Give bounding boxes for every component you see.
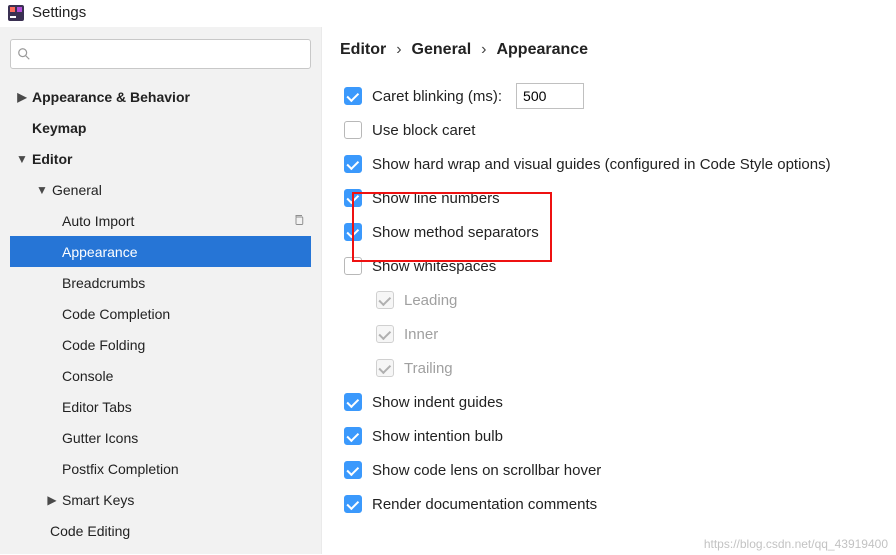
sidebar-item-label: Editor	[32, 151, 72, 167]
sidebar-item-console[interactable]: Console	[10, 360, 311, 391]
option-line-numbers: Show line numbers	[340, 181, 878, 215]
sidebar-item-code-completion[interactable]: Code Completion	[10, 298, 311, 329]
option-label: Show whitespaces	[372, 258, 496, 275]
sidebar-item-label: Code Editing	[50, 523, 130, 539]
chevron-right-icon: ▶	[16, 90, 28, 104]
option-trailing: Trailing	[340, 351, 878, 385]
option-label: Trailing	[404, 360, 453, 377]
sidebar-item-label: Keymap	[32, 120, 86, 136]
copy-icon	[293, 213, 305, 229]
intention-bulb-checkbox[interactable]	[344, 427, 362, 445]
option-hard-wrap: Show hard wrap and visual guides (config…	[340, 147, 878, 181]
option-label: Use block caret	[372, 122, 475, 139]
sidebar-item-auto-import[interactable]: Auto Import	[10, 205, 311, 236]
sidebar-item-label: Smart Keys	[62, 492, 134, 508]
option-indent-guides: Show indent guides	[340, 385, 878, 419]
sidebar-item-label: Code Folding	[62, 337, 145, 353]
chevron-right-icon: ›	[481, 41, 486, 59]
sidebar-item-postfix-completion[interactable]: Postfix Completion	[10, 453, 311, 484]
sidebar-item-keymap[interactable]: Keymap	[10, 112, 311, 143]
sidebar-item-label: Appearance	[62, 244, 138, 260]
option-code-lens: Show code lens on scrollbar hover	[340, 453, 878, 487]
indent-guides-checkbox[interactable]	[344, 393, 362, 411]
option-block-caret: Use block caret	[340, 113, 878, 147]
option-inner: Inner	[340, 317, 878, 351]
option-label: Render documentation comments	[372, 496, 597, 513]
sidebar-item-label: Breadcrumbs	[62, 275, 145, 291]
sidebar-item-label: Auto Import	[62, 213, 134, 229]
sidebar-item-breadcrumbs[interactable]: Breadcrumbs	[10, 267, 311, 298]
option-label: Show indent guides	[372, 394, 503, 411]
search-wrap	[10, 39, 311, 69]
option-label: Show line numbers	[372, 190, 500, 207]
settings-tree: ▶ Appearance & Behavior Keymap ▼ Editor …	[10, 81, 311, 546]
breadcrumb-item[interactable]: Editor	[340, 41, 386, 59]
sidebar-item-appearance[interactable]: Appearance	[10, 236, 311, 267]
code-lens-checkbox[interactable]	[344, 461, 362, 479]
option-label: Show intention bulb	[372, 428, 503, 445]
chevron-right-icon: ▶	[46, 493, 58, 507]
whitespaces-checkbox[interactable]	[344, 257, 362, 275]
caret-blinking-input[interactable]	[516, 83, 584, 109]
trailing-checkbox	[376, 359, 394, 377]
leading-checkbox	[376, 291, 394, 309]
sidebar-item-general[interactable]: ▼ General	[10, 174, 311, 205]
option-label: Caret blinking (ms):	[372, 88, 502, 105]
sidebar-item-gutter-icons[interactable]: Gutter Icons	[10, 422, 311, 453]
block-caret-checkbox[interactable]	[344, 121, 362, 139]
hard-wrap-checkbox[interactable]	[344, 155, 362, 173]
inner-checkbox	[376, 325, 394, 343]
chevron-down-icon: ▼	[16, 152, 28, 166]
search-icon	[17, 47, 31, 61]
sidebar-item-label: Gutter Icons	[62, 430, 138, 446]
sidebar-item-editor[interactable]: ▼ Editor	[10, 143, 311, 174]
option-leading: Leading	[340, 283, 878, 317]
option-label: Show hard wrap and visual guides (config…	[372, 156, 831, 173]
sidebar-item-label: Editor Tabs	[62, 399, 132, 415]
line-numbers-checkbox[interactable]	[344, 189, 362, 207]
option-caret-blinking: Caret blinking (ms):	[340, 79, 878, 113]
sidebar-item-label: Code Completion	[62, 306, 170, 322]
render-doc-checkbox[interactable]	[344, 495, 362, 513]
app-icon	[8, 5, 24, 21]
option-label: Show method separators	[372, 224, 539, 241]
search-input[interactable]	[10, 39, 311, 69]
option-method-separators: Show method separators	[340, 215, 878, 249]
main-panel: Editor › General › Appearance Caret blin…	[322, 27, 896, 554]
option-intention-bulb: Show intention bulb	[340, 419, 878, 453]
chevron-right-icon: ›	[396, 41, 401, 59]
sidebar-item-label: Console	[62, 368, 113, 384]
breadcrumb: Editor › General › Appearance	[340, 41, 878, 59]
option-label: Leading	[404, 292, 457, 309]
sidebar-item-label: Appearance & Behavior	[32, 89, 190, 105]
sidebar-item-smart-keys[interactable]: ▶ Smart Keys	[10, 484, 311, 515]
option-render-doc: Render documentation comments	[340, 487, 878, 521]
option-whitespaces: Show whitespaces	[340, 249, 878, 283]
sidebar-item-label: Postfix Completion	[62, 461, 179, 477]
sidebar-item-code-folding[interactable]: Code Folding	[10, 329, 311, 360]
window-title: Settings	[32, 4, 86, 21]
sidebar-item-label: General	[52, 182, 102, 198]
breadcrumb-item[interactable]: General	[412, 41, 472, 59]
title-bar: Settings	[0, 0, 896, 27]
option-label: Inner	[404, 326, 438, 343]
sidebar: ▶ Appearance & Behavior Keymap ▼ Editor …	[0, 27, 322, 554]
option-label: Show code lens on scrollbar hover	[372, 462, 601, 479]
sidebar-item-appearance-behavior[interactable]: ▶ Appearance & Behavior	[10, 81, 311, 112]
breadcrumb-item: Appearance	[496, 41, 588, 59]
sidebar-item-code-editing[interactable]: Code Editing	[10, 515, 311, 546]
chevron-down-icon: ▼	[36, 183, 48, 197]
sidebar-item-editor-tabs[interactable]: Editor Tabs	[10, 391, 311, 422]
method-separators-checkbox[interactable]	[344, 223, 362, 241]
caret-blinking-checkbox[interactable]	[344, 87, 362, 105]
